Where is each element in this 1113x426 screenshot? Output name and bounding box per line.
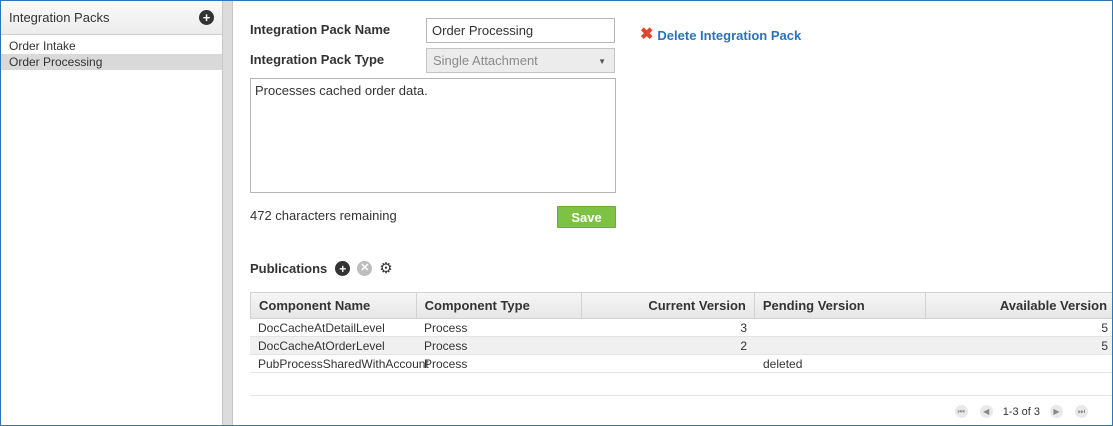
table-footer: ⏮ ◀ 1-3 of 3 ▶ ⏭ <box>250 395 1112 423</box>
cell-current-version: 2 <box>740 338 747 353</box>
table-row[interactable]: PubProcessSharedWithAccount Process dele… <box>250 355 1112 373</box>
name-label: Integration Pack Name <box>250 22 391 37</box>
cell-available-version <box>927 355 1112 372</box>
cell-available-version: 5 <box>1101 320 1108 335</box>
column-header-component-name[interactable]: Component Name <box>251 293 417 318</box>
window-frame: Integration Packs + Order Intake Order P… <box>0 0 1113 426</box>
cell-pending-version: deleted <box>763 356 803 371</box>
previous-page-icon[interactable]: ◀ <box>979 405 993 418</box>
integration-pack-type-select[interactable]: Single Attachment ▼ <box>426 48 615 73</box>
cell-pending-version <box>755 319 927 336</box>
delete-link-label: Delete Integration Pack <box>657 27 802 43</box>
sidebar-title: Integration Packs <box>9 10 110 25</box>
column-header-current-version[interactable]: Current Version <box>582 293 755 318</box>
splitter[interactable] <box>223 1 233 425</box>
delete-integration-pack-link[interactable]: ✖ Delete Integration Pack <box>640 27 801 43</box>
sidebar: Integration Packs + Order Intake Order P… <box>1 1 223 425</box>
integration-pack-list: Order Intake Order Processing <box>1 38 222 70</box>
gear-icon[interactable]: ⚙ <box>379 261 392 276</box>
cell-component-type: Process <box>424 356 468 371</box>
column-header-available-version[interactable]: Available Version <box>926 293 1112 318</box>
cell-current-version: 3 <box>740 320 747 335</box>
cell-available-version: 5 <box>1101 338 1108 353</box>
cell-pending-version <box>755 337 927 354</box>
delete-x-icon: ✖ <box>640 26 654 43</box>
cell-current-version <box>582 355 755 372</box>
cell-component-type: Process <box>424 320 468 335</box>
add-integration-pack-icon[interactable]: + <box>199 10 214 25</box>
column-header-pending-version[interactable]: Pending Version <box>755 293 927 318</box>
description-textarea[interactable]: Processes cached order data. <box>250 78 616 193</box>
type-select-value: Single Attachment <box>433 53 538 68</box>
integration-pack-name-input[interactable] <box>426 18 615 43</box>
next-page-icon[interactable]: ▶ <box>1050 405 1063 418</box>
table-row[interactable]: DocCacheAtOrderLevel Process 2 5 <box>250 337 1112 355</box>
sidebar-item-order-processing[interactable]: Order Processing <box>1 54 222 70</box>
column-header-component-type[interactable]: Component Type <box>417 293 583 318</box>
publications-table: Component Name Component Type Current Ve… <box>250 292 1112 373</box>
characters-remaining: 472 characters remaining <box>250 208 397 223</box>
sidebar-item-order-intake[interactable]: Order Intake <box>1 38 222 54</box>
cell-component-type: Process <box>424 338 468 353</box>
table-header: Component Name Component Type Current Ve… <box>250 292 1112 319</box>
publications-header: Publications + ✕ ⚙ <box>250 261 393 276</box>
sidebar-header: Integration Packs + <box>1 1 222 35</box>
main-panel: Integration Pack Name Integration Pack T… <box>233 1 1112 425</box>
pager-text: 1-3 of 3 <box>1002 405 1040 418</box>
cell-component-name: DocCacheAtOrderLevel <box>258 338 385 353</box>
last-page-icon[interactable]: ⏭ <box>1075 405 1088 418</box>
type-label: Integration Pack Type <box>250 52 385 67</box>
add-publication-icon[interactable]: + <box>335 261 351 276</box>
publications-title: Publications <box>250 261 328 276</box>
pager: ⏮ ◀ 1-3 of 3 ▶ ⏭ <box>949 405 1094 418</box>
remove-publication-icon[interactable]: ✕ <box>357 261 373 276</box>
table-row[interactable]: DocCacheAtDetailLevel Process 3 5 <box>250 319 1112 337</box>
save-button[interactable]: Save <box>557 206 616 228</box>
cell-component-name: DocCacheAtDetailLevel <box>258 320 385 335</box>
cell-component-name: PubProcessSharedWithAccount <box>258 356 429 371</box>
chevron-down-icon: ▼ <box>598 57 606 66</box>
first-page-icon[interactable]: ⏮ <box>954 405 968 418</box>
